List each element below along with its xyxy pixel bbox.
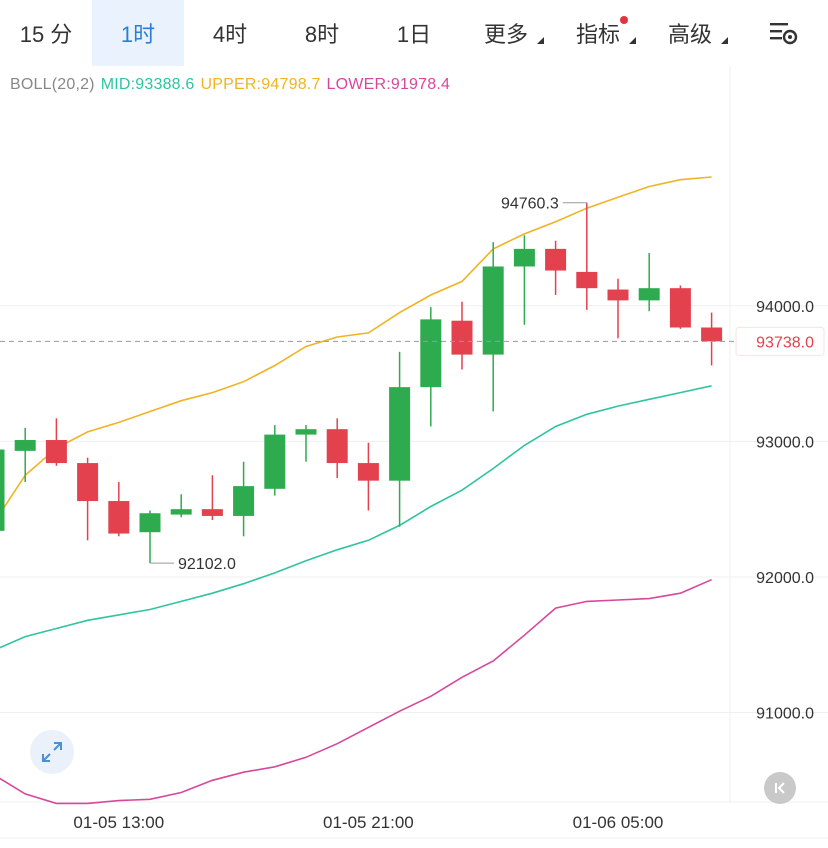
- boll-lower-line: [0, 578, 712, 805]
- candle-15: [451, 301, 473, 370]
- y-tick-label: 92000.0: [756, 570, 814, 587]
- candle-body: [201, 509, 223, 516]
- tab-7[interactable]: 高级: [644, 0, 736, 66]
- dropdown-indicator-icon: [721, 37, 728, 44]
- tab-0[interactable]: 15 分: [0, 0, 92, 66]
- candle-21: [638, 252, 660, 312]
- min-price-label: 92102.0: [178, 556, 236, 573]
- last-price-label: 93738.0: [756, 334, 814, 351]
- candle-body: [0, 449, 5, 531]
- y-tick-label: 93000.0: [756, 434, 814, 451]
- candle-5: [139, 510, 161, 564]
- tab-4[interactable]: 1日: [368, 0, 460, 66]
- candle-10: [295, 425, 317, 462]
- tab-label: 15 分: [19, 22, 73, 47]
- candle-body: [701, 327, 723, 342]
- tab-label: 高级: [667, 22, 712, 47]
- candle-body: [77, 463, 99, 502]
- y-tick-label: 91000.0: [756, 706, 814, 723]
- candle-body: [357, 463, 379, 481]
- boll-upper-line: [0, 176, 712, 516]
- candle-body: [264, 434, 286, 489]
- candle-20: [607, 278, 629, 339]
- dropdown-indicator-icon: [537, 37, 544, 44]
- tab-1[interactable]: 1时: [92, 0, 184, 66]
- tab-label: 1时: [120, 22, 156, 47]
- candlestick-chart[interactable]: 94000.0 93000.0 92000.0 91000.0 93738.0 94760…: [0, 66, 828, 848]
- y-tick-label: 94000.0: [756, 299, 814, 316]
- candle-body: [638, 288, 660, 301]
- candle-2: [45, 418, 67, 466]
- chart-settings-icon[interactable]: [768, 18, 800, 48]
- candle-body: [170, 509, 192, 515]
- candle-8: [233, 461, 255, 537]
- candle-18: [545, 240, 567, 295]
- candle-body: [607, 289, 629, 301]
- candle-0: [0, 449, 5, 531]
- chevron-left-bar-icon: [775, 782, 785, 794]
- dropdown-indicator-icon: [629, 37, 636, 44]
- expand-chart-button[interactable]: [30, 730, 74, 774]
- candle-17: [513, 235, 535, 325]
- tab-label: 1日: [396, 22, 432, 47]
- candle-body: [513, 248, 535, 267]
- candle-body: [451, 320, 473, 355]
- candle-body: [482, 266, 504, 355]
- candle-body: [14, 440, 36, 451]
- scroll-to-latest-button[interactable]: [764, 772, 796, 804]
- candle-body: [669, 288, 691, 328]
- tab-label: 4时: [212, 22, 248, 47]
- candle-6: [170, 494, 192, 518]
- expand-icon: [42, 742, 62, 762]
- max-price-label: 94760.3: [501, 196, 559, 213]
- candle-22: [669, 285, 691, 329]
- candle-body: [326, 429, 348, 464]
- candle-9: [264, 425, 286, 496]
- tab-2[interactable]: 4时: [184, 0, 276, 66]
- candle-body: [295, 429, 317, 435]
- candle-12: [357, 442, 379, 511]
- candle-19: [576, 202, 598, 310]
- candle-1: [14, 427, 36, 483]
- candle-body: [139, 513, 161, 533]
- time-label: 01-05 13:00: [73, 813, 164, 832]
- candle-body: [45, 440, 67, 464]
- notification-dot-icon: [620, 16, 628, 24]
- candle-13: [389, 351, 411, 527]
- tab-label: 指标: [575, 22, 620, 47]
- candle-16: [482, 242, 504, 412]
- tab-3[interactable]: 8时: [276, 0, 368, 66]
- candle-body: [108, 501, 130, 534]
- candle-23: [701, 312, 723, 366]
- time-label: 01-06 05:00: [573, 813, 664, 832]
- candle-body: [389, 387, 411, 481]
- timeframe-tabs: 15 分 1时 4时 8时 1日 更多 指标 高级: [0, 0, 828, 66]
- candle-7: [201, 475, 223, 521]
- tab-label: 更多: [483, 22, 528, 47]
- tab-5[interactable]: 更多: [460, 0, 552, 66]
- candle-body: [233, 486, 255, 516]
- candle-14: [420, 307, 442, 427]
- candle-4: [108, 482, 130, 537]
- candle-3: [77, 457, 99, 541]
- candle-11: [326, 418, 348, 478]
- time-label: 01-05 21:00: [323, 813, 414, 832]
- candle-body: [576, 271, 598, 289]
- tab-6[interactable]: 指标: [552, 0, 644, 66]
- tab-label: 8时: [304, 22, 340, 47]
- candle-body: [545, 248, 567, 271]
- candle-body: [420, 319, 442, 388]
